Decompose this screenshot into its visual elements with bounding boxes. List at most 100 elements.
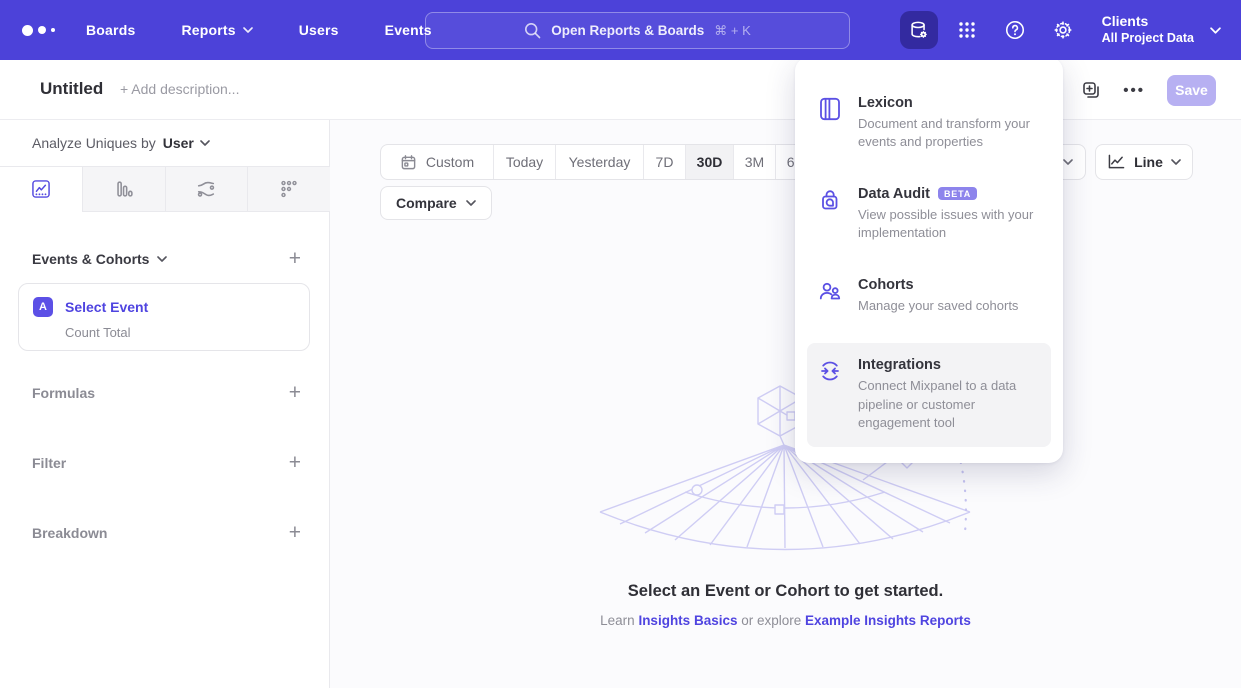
events-cohorts-title: Events & Cohorts xyxy=(32,251,149,267)
menu-item-title: Integrations xyxy=(858,357,941,373)
menu-item-description: Manage your saved cohorts xyxy=(858,297,1018,315)
add-breakdown-button[interactable]: + xyxy=(289,522,301,543)
menu-item-description: Connect Mixpanel to a data pipeline or c… xyxy=(858,377,1036,432)
tab-metrics-grid[interactable] xyxy=(247,167,330,212)
date-range-label: Custom xyxy=(426,154,474,170)
compare-dropdown[interactable]: Compare xyxy=(380,186,492,220)
menu-item-title: Data Audit xyxy=(858,186,930,202)
add-description-field[interactable]: + Add description... xyxy=(120,81,239,97)
nav-links: Boards Reports Users Events xyxy=(86,22,432,38)
chevron-down-icon xyxy=(157,256,167,262)
database-gear-icon xyxy=(908,19,930,41)
project-scope: All Project Data xyxy=(1102,31,1194,47)
menu-item-description: View possible issues with your implement… xyxy=(858,206,1036,243)
data-management-menu: Lexicon Document and transform your even… xyxy=(795,57,1063,463)
menu-item-data-audit[interactable]: Data Audit BETA View possible issues wit… xyxy=(795,176,1063,253)
mixpanel-logo-icon[interactable] xyxy=(22,25,70,36)
nav-item-boards[interactable]: Boards xyxy=(86,22,135,38)
data-management-button[interactable] xyxy=(900,11,938,49)
project-name: Clients xyxy=(1102,13,1194,31)
date-range-label: Yesterday xyxy=(569,154,631,170)
formulas-title: Formulas xyxy=(32,385,95,401)
empty-state-links: Learn Insights Basics or explore Example… xyxy=(330,613,1241,628)
date-range-control: Custom Today Yesterday 7D 30D 3M 6M xyxy=(380,144,818,180)
date-range-custom[interactable]: Custom xyxy=(381,145,493,179)
cohorts-icon xyxy=(817,278,843,304)
save-button[interactable]: Save xyxy=(1167,75,1216,106)
add-filter-button[interactable]: + xyxy=(289,452,301,473)
nav-item-label: Boards xyxy=(86,22,135,38)
nav-item-label: Users xyxy=(299,22,339,38)
learn-prefix: Learn xyxy=(600,613,638,628)
lexicon-icon xyxy=(817,96,843,122)
add-formula-button[interactable]: + xyxy=(289,382,301,403)
example-insights-reports-link[interactable]: Example Insights Reports xyxy=(805,613,971,628)
gear-icon xyxy=(1052,19,1074,41)
breakdown-section: Breakdown + xyxy=(32,522,301,543)
date-range-3m[interactable]: 3M xyxy=(733,145,775,179)
global-search-input[interactable]: Open Reports & Boards ⌘ + K xyxy=(425,12,850,49)
report-canvas: Custom Today Yesterday 7D 30D 3M 6M Comp… xyxy=(330,120,1241,688)
duplicate-button[interactable] xyxy=(1081,80,1101,100)
add-event-button[interactable]: + xyxy=(289,248,301,269)
analyze-by-dropdown[interactable]: User xyxy=(163,135,210,151)
line-chart-icon xyxy=(1107,154,1126,170)
nav-item-reports[interactable]: Reports xyxy=(181,22,252,38)
event-query-card[interactable]: A Select Event Count Total xyxy=(18,283,310,351)
apps-grid-icon xyxy=(957,20,977,40)
menu-item-lexicon[interactable]: Lexicon Document and transform your even… xyxy=(795,85,1063,162)
help-icon xyxy=(1004,19,1026,41)
bar-chart-tab-icon xyxy=(113,178,135,200)
query-builder-sidebar: Analyze Uniques by User xyxy=(0,120,330,688)
menu-item-cohorts[interactable]: Cohorts Manage your saved cohorts xyxy=(795,267,1063,325)
analyze-row: Analyze Uniques by User xyxy=(0,120,329,166)
nav-item-users[interactable]: Users xyxy=(299,22,339,38)
date-range-label: 30D xyxy=(697,154,723,170)
chevron-down-icon xyxy=(466,200,476,206)
date-range-label: Today xyxy=(506,154,543,170)
header-actions: ••• Save xyxy=(1081,60,1216,120)
event-count-type[interactable]: Count Total xyxy=(65,325,295,340)
nav-item-label: Reports xyxy=(181,22,235,38)
beta-badge: BETA xyxy=(938,187,977,200)
insights-basics-link[interactable]: Insights Basics xyxy=(638,613,737,628)
help-button[interactable] xyxy=(996,11,1034,49)
search-shortcut: ⌘ + K xyxy=(714,23,751,39)
events-cohorts-dropdown[interactable]: Events & Cohorts xyxy=(32,251,167,267)
nav-right-cluster: Clients All Project Data xyxy=(900,0,1241,60)
menu-item-description: Document and transform your events and p… xyxy=(858,115,1036,152)
analyze-value: User xyxy=(163,135,194,151)
or-explore-text: or explore xyxy=(737,613,805,628)
analyze-label: Analyze Uniques by xyxy=(32,135,156,151)
report-title[interactable]: Untitled xyxy=(40,79,103,99)
apps-grid-button[interactable] xyxy=(948,11,986,49)
date-range-yesterday[interactable]: Yesterday xyxy=(555,145,643,179)
more-options-button[interactable]: ••• xyxy=(1123,82,1145,99)
flow-tab-icon xyxy=(195,178,217,200)
tab-bar-chart[interactable] xyxy=(82,167,165,212)
menu-item-integrations[interactable]: Integrations Connect Mixpanel to a data … xyxy=(807,343,1051,446)
date-range-30d[interactable]: 30D xyxy=(685,145,733,179)
tab-line-chart[interactable] xyxy=(0,167,82,212)
chart-type-dropdown[interactable]: Line xyxy=(1095,144,1193,180)
calendar-icon xyxy=(400,154,417,171)
breakdown-title: Breakdown xyxy=(32,525,107,541)
settings-button[interactable] xyxy=(1044,11,1082,49)
chevron-down-icon xyxy=(243,27,253,33)
chart-type-tabs xyxy=(0,166,330,212)
date-range-today[interactable]: Today xyxy=(493,145,555,179)
chart-type-label: Line xyxy=(1134,154,1163,170)
search-icon xyxy=(524,22,541,39)
empty-state-title: Select an Event or Cohort to get started… xyxy=(330,582,1241,601)
date-range-7d[interactable]: 7D xyxy=(643,145,685,179)
ellipsis-icon: ••• xyxy=(1123,82,1145,99)
compare-label: Compare xyxy=(396,195,457,211)
project-switcher[interactable]: Clients All Project Data xyxy=(1102,13,1221,46)
date-range-label: 3M xyxy=(745,154,764,170)
chevron-down-icon xyxy=(1171,159,1181,165)
duplicate-icon xyxy=(1081,80,1101,100)
tab-flow-chart[interactable] xyxy=(165,167,248,212)
menu-item-title: Cohorts xyxy=(858,277,914,293)
select-event-button[interactable]: Select Event xyxy=(65,299,148,315)
top-navigation: Boards Reports Users Events Open Reports… xyxy=(0,0,1241,60)
